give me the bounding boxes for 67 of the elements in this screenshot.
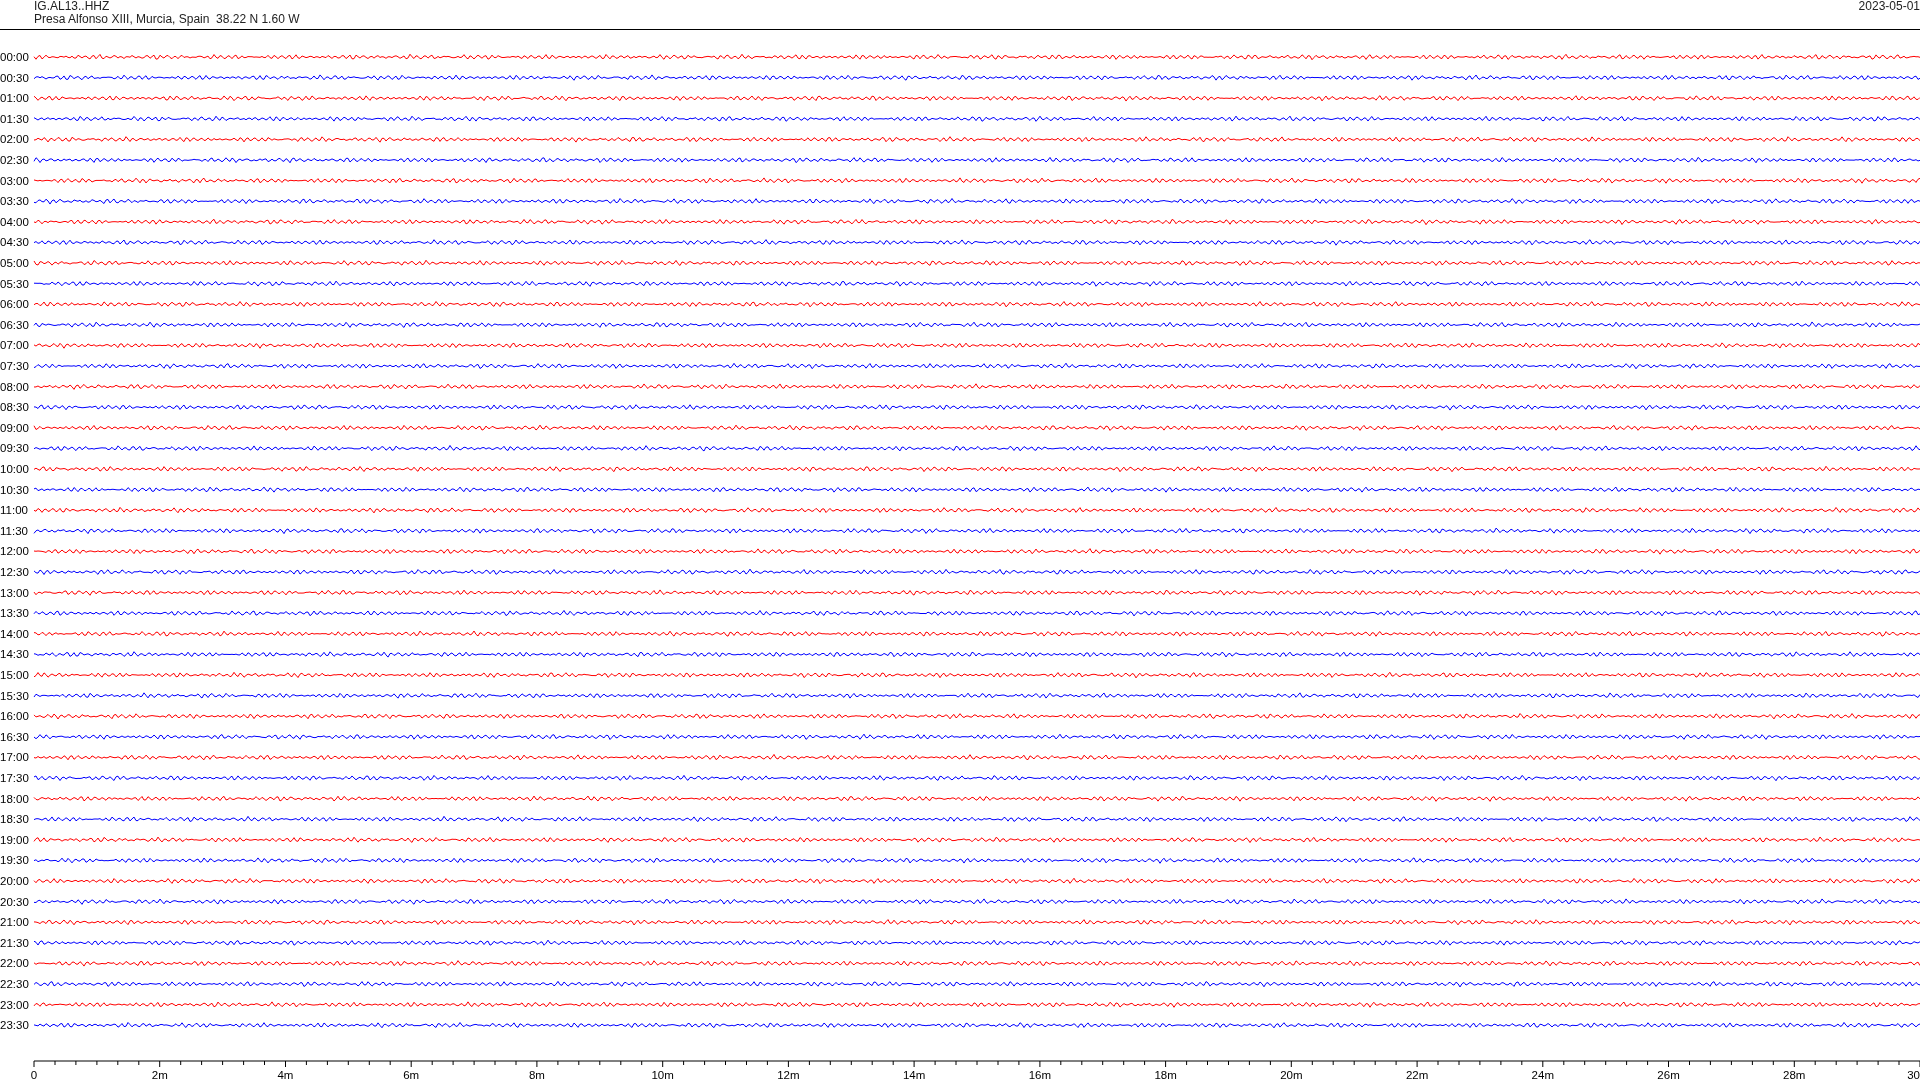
hour-label: 02:00 (0, 133, 29, 146)
hour-label: 19:30 (0, 854, 29, 867)
hour-label: 22:00 (0, 957, 29, 970)
hour-label: 17:30 (0, 772, 29, 784)
hour-label: 23:30 (0, 1019, 29, 1032)
hour-label: 02:30 (0, 154, 29, 166)
hour-label: 15:00 (0, 669, 29, 681)
hour-label: 06:00 (0, 298, 29, 311)
axis-tick-label: 22m (1405, 1069, 1429, 1080)
axis-tick-label: 2m (151, 1069, 168, 1080)
station-location: Presa Alfonso XIII, Murcia, Spain 38.22 N 1.60 W (34, 13, 300, 26)
axis-tick-label: 28m (1783, 1069, 1806, 1080)
station-code: IG.AL13..HHZ (34, 0, 111, 13)
hour-label: 16:30 (0, 730, 29, 743)
hour-label: 04:30 (0, 236, 29, 249)
axis-tick-label: 20m (1280, 1069, 1303, 1080)
hour-label: 10:00 (0, 463, 29, 475)
hour-label: 00:00 (0, 51, 29, 63)
hour-label: 16:00 (0, 710, 29, 723)
hour-label: 13:00 (0, 586, 29, 599)
hour-label: 17:00 (0, 751, 29, 764)
hour-label: 07:30 (0, 360, 29, 372)
hour-label: 05:00 (0, 257, 29, 269)
hour-label: 12:30 (0, 566, 29, 578)
hour-label: 04:00 (0, 215, 29, 228)
hour-label: 20:00 (0, 875, 29, 887)
hour-label: 05:30 (0, 277, 29, 290)
hour-label: 09:00 (0, 421, 29, 434)
hour-label: 18:00 (0, 792, 29, 805)
hour-label: 20:30 (0, 895, 29, 908)
hour-label: 07:00 (0, 339, 29, 352)
axis-tick-label: 24m (1531, 1069, 1554, 1080)
hour-label: 08:00 (0, 380, 29, 393)
hour-label: 22:30 (0, 978, 29, 990)
hour-label: 03:30 (0, 195, 29, 208)
hour-label: 14:00 (0, 627, 29, 640)
hour-label: 09:30 (0, 442, 29, 455)
axis-tick-label: 10m (651, 1069, 674, 1080)
hour-label: 03:00 (0, 174, 29, 187)
hour-label: 21:30 (0, 936, 29, 949)
hour-label: 10:30 (0, 483, 29, 496)
hour-label: 14:30 (0, 648, 29, 661)
hour-label: 13:30 (0, 607, 29, 620)
hour-label: 00:30 (0, 71, 29, 84)
hour-label: 08:30 (0, 401, 29, 414)
record-date: 2023-05-01 (1858, 0, 1920, 15)
hour-label: 11:30 (0, 524, 28, 537)
axis-tick-label: 14m (902, 1069, 926, 1080)
axis-tick-label: 6m (403, 1069, 420, 1080)
hour-label: 19:00 (0, 833, 29, 846)
axis-tick-label: 16m (1028, 1069, 1052, 1080)
axis-tick-label: 18m (1154, 1069, 1177, 1080)
hour-label: 15:30 (0, 689, 29, 702)
axis-tick-label: 0 (30, 1069, 38, 1080)
axis-tick-label: 30 (1907, 1069, 1920, 1080)
axis-tick-label: 4m (277, 1069, 294, 1080)
hour-label: 21:00 (0, 916, 29, 929)
hour-label: 12:00 (0, 545, 29, 558)
axis-tick-label: 26m (1657, 1069, 1680, 1080)
hour-label: 06:30 (0, 318, 29, 331)
hour-label: 01:30 (0, 112, 29, 125)
hour-label: 18:30 (0, 813, 29, 826)
hour-label: 23:00 (0, 998, 29, 1011)
axis-tick-label: 8m (528, 1069, 545, 1080)
hour-label: 01:00 (0, 92, 29, 105)
hour-label: 11:00 (0, 504, 28, 517)
axis-tick-label: 12m (777, 1069, 800, 1080)
